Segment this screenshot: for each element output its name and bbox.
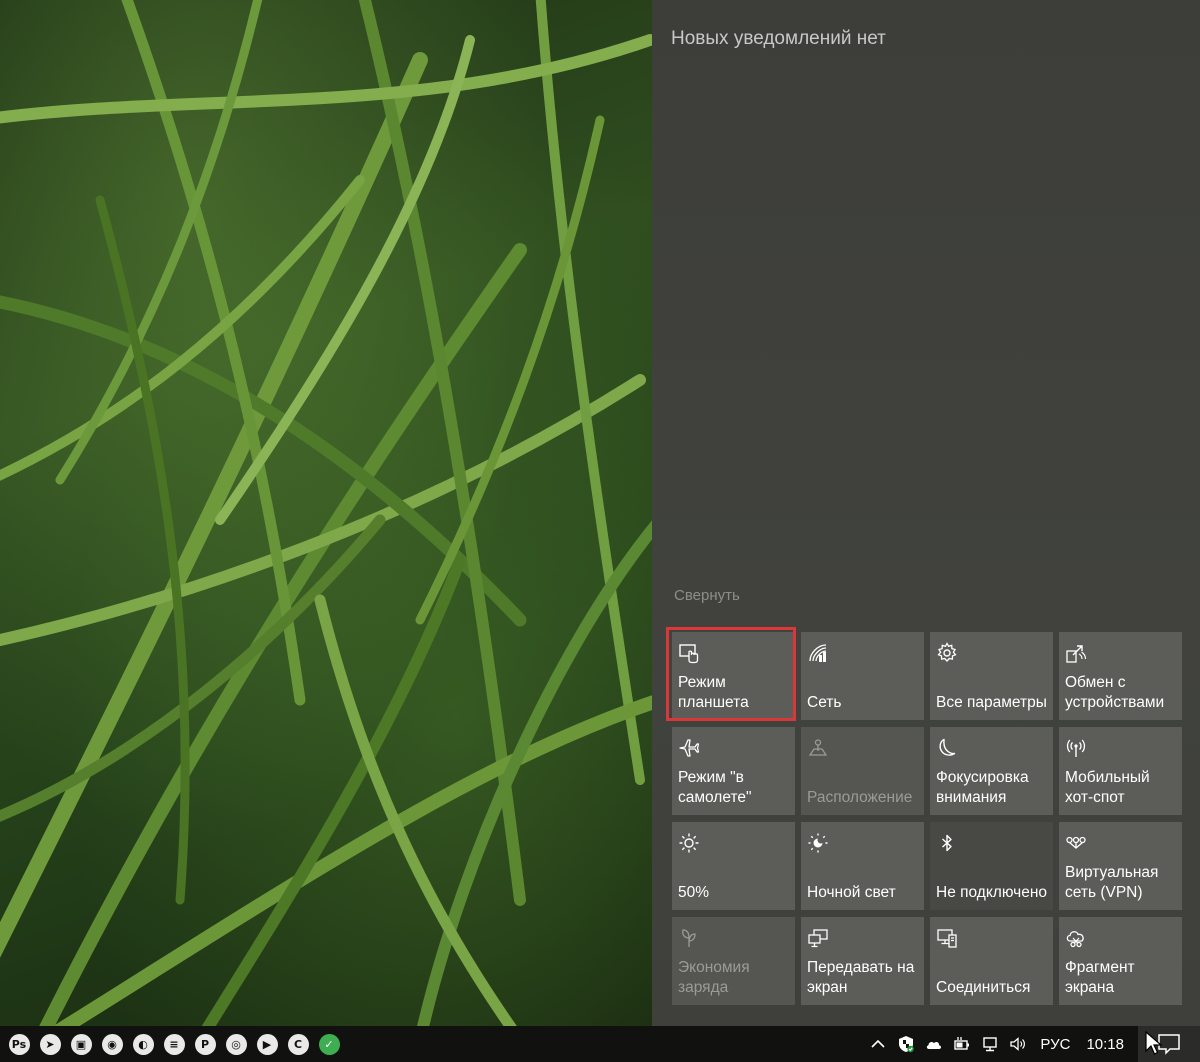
quick-action-tile[interactable]: Фрагмент экрана — [1059, 917, 1182, 1005]
quick-action-label: Ночной свет — [807, 884, 896, 901]
taskbar-app-glyph: Ps — [8, 1033, 30, 1055]
photos-icon[interactable]: ▣ — [68, 1031, 94, 1057]
night-light-icon — [807, 832, 829, 854]
quick-action-tile[interactable]: Все параметры — [930, 632, 1053, 720]
quick-action-tile[interactable]: Экономия заряда — [672, 917, 795, 1005]
play-icon[interactable]: ▶ — [254, 1031, 280, 1057]
quick-action-tile[interactable]: Сеть — [801, 632, 924, 720]
connect-icon — [936, 927, 958, 949]
taskbar-app-glyph: ▶ — [256, 1033, 278, 1055]
network-ethernet-icon[interactable] — [976, 1026, 1004, 1062]
quick-action-tile[interactable]: Передавать на экран — [801, 917, 924, 1005]
project-icon — [807, 927, 829, 949]
collapse-link[interactable]: Свернуть — [674, 587, 740, 604]
quick-action-label: Соединиться — [936, 979, 1031, 996]
vpn-icon — [1065, 832, 1087, 854]
volume-speaker-icon[interactable] — [1004, 1026, 1032, 1062]
gear-icon — [936, 642, 958, 664]
quick-action-label: Фрагмент экрана — [1065, 959, 1135, 996]
winrar-icon[interactable]: ≡ — [161, 1031, 187, 1057]
battery-charging-icon[interactable] — [948, 1026, 976, 1062]
taskbar-app-glyph: ◎ — [225, 1033, 247, 1055]
taskbar: Ps ➤ ▣ ◉ ◐ ≡ P ◎ ▶ C ✓ РУС 10:18 — [0, 1026, 1200, 1062]
quick-action-label: Сеть — [807, 694, 842, 711]
nearby-sharing-icon — [1065, 642, 1087, 664]
moon-icon — [936, 737, 958, 759]
taskbar-app-glyph: P — [194, 1033, 216, 1055]
quick-action-tile[interactable]: 50% — [672, 822, 795, 910]
quick-actions-grid: Режим планшета Сеть Все параметры Обмен с у… — [672, 632, 1182, 1008]
windows-security-icon[interactable] — [892, 1026, 920, 1062]
quick-action-label: Режим планшета — [678, 674, 749, 711]
quick-action-tile[interactable]: Режим "в самолете" — [672, 727, 795, 815]
brightness-icon — [678, 832, 700, 854]
taskbar-app-glyph: ➤ — [39, 1033, 61, 1055]
battery-saver-icon — [678, 927, 700, 949]
ccleaner-icon[interactable]: C — [285, 1031, 311, 1057]
quick-action-label: Фокусировка внимания — [936, 769, 1029, 806]
quick-action-label: Не подключено — [936, 884, 1047, 901]
taskbar-app-glyph: ▣ — [70, 1033, 92, 1055]
input-language-indicator[interactable]: РУС — [1032, 1036, 1078, 1053]
taskbar-app-glyph: ✓ — [318, 1033, 340, 1055]
chrome-icon[interactable]: ◉ — [99, 1031, 125, 1057]
hotspot-icon — [1065, 737, 1087, 759]
quick-action-label: Все параметры — [936, 694, 1047, 711]
action-center-button[interactable] — [1138, 1026, 1200, 1062]
network-icon — [807, 642, 829, 664]
clock-time[interactable]: 10:18 — [1078, 1036, 1132, 1053]
telegram-icon[interactable]: ➤ — [37, 1031, 63, 1057]
quick-action-tile[interactable]: Ночной свет — [801, 822, 924, 910]
quick-action-tile[interactable]: Фокусировка внимания — [930, 727, 1053, 815]
grass-wallpaper-image — [0, 0, 652, 1026]
photoshop-icon[interactable]: Ps — [6, 1031, 32, 1057]
vpn-app-icon[interactable]: ✓ — [316, 1031, 342, 1057]
snip-icon — [1065, 927, 1087, 949]
tablet-mode-icon — [678, 642, 700, 664]
mouse-cursor-icon — [1145, 1031, 1163, 1055]
quick-action-tile[interactable]: Мобильный хот-спот — [1059, 727, 1182, 815]
show-hidden-icons-chevron-icon[interactable] — [864, 1026, 892, 1062]
bluetooth-icon — [936, 832, 958, 854]
quick-action-tile[interactable]: Соединиться — [930, 917, 1053, 1005]
quick-action-label: Экономия заряда — [678, 959, 750, 996]
airplane-icon — [678, 737, 700, 759]
quick-action-label: Обмен с устройствами — [1065, 674, 1165, 711]
taskbar-app-glyph: ≡ — [163, 1033, 185, 1055]
quick-action-label: Мобильный хот-спот — [1065, 769, 1150, 806]
quick-action-tile[interactable]: Не подключено — [930, 822, 1053, 910]
system-tray: РУС 10:18 — [864, 1026, 1200, 1062]
taskbar-app-glyph: ◐ — [132, 1033, 154, 1055]
quick-action-tile[interactable]: Обмен с устройствами — [1059, 632, 1182, 720]
quick-action-label: Расположение — [807, 789, 913, 806]
quick-action-tile[interactable]: Виртуальная сеть (VPN) — [1059, 822, 1182, 910]
firefox-icon[interactable]: ◐ — [130, 1031, 156, 1057]
quick-action-tile[interactable]: Режим планшета — [672, 632, 795, 720]
pdf-icon[interactable]: P — [192, 1031, 218, 1057]
location-icon — [807, 737, 829, 759]
no-notifications-text: Новых уведомлений нет — [671, 28, 886, 49]
quick-action-label: 50% — [678, 884, 710, 901]
quick-action-label: Виртуальная сеть (VPN) — [1065, 864, 1159, 901]
quick-action-label: Режим "в самолете" — [678, 769, 752, 806]
media-icon[interactable]: ◎ — [223, 1031, 249, 1057]
desktop-wallpaper — [0, 0, 652, 1026]
taskbar-pinned-apps: Ps ➤ ▣ ◉ ◐ ≡ P ◎ ▶ C ✓ — [6, 1031, 347, 1057]
taskbar-app-glyph: C — [287, 1033, 309, 1055]
quick-action-tile[interactable]: Расположение — [801, 727, 924, 815]
quick-action-label: Передавать на экран — [807, 959, 915, 996]
taskbar-app-glyph: ◉ — [101, 1033, 123, 1055]
onedrive-cloud-icon[interactable] — [920, 1026, 948, 1062]
